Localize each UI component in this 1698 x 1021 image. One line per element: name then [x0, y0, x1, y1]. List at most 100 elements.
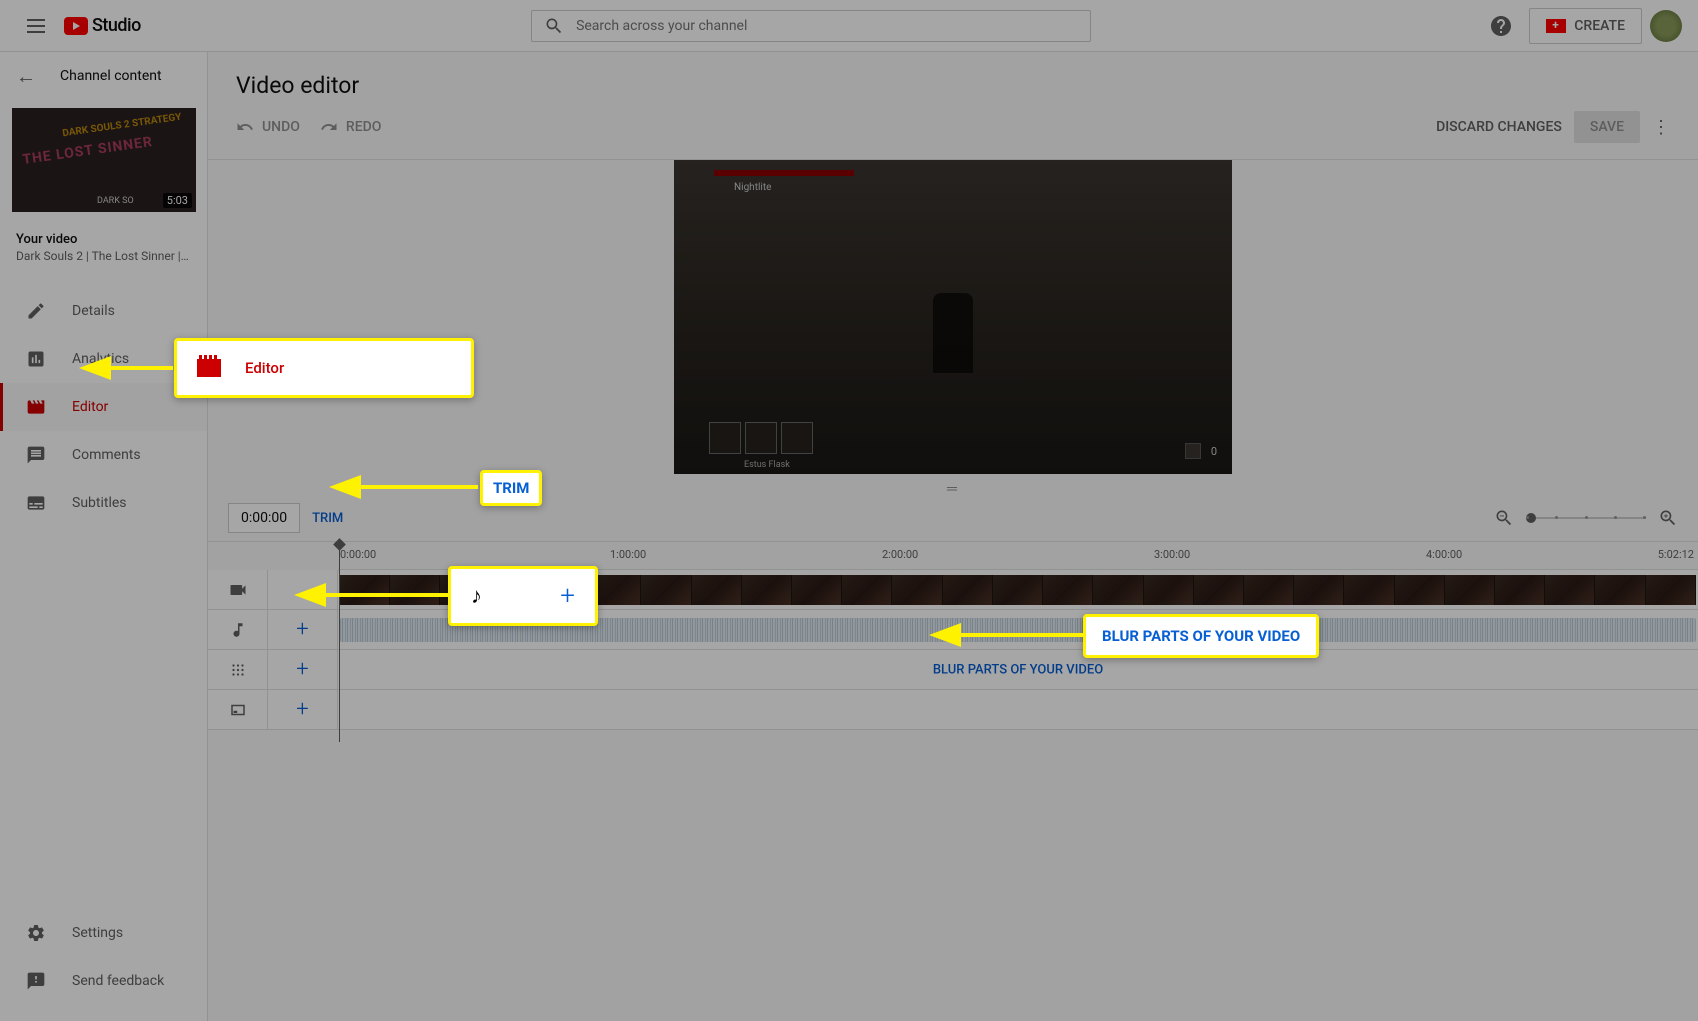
audio-track-content[interactable]	[338, 610, 1698, 649]
app-header: Studio CREATE	[0, 0, 1698, 52]
page-title: Video editor	[208, 52, 1698, 111]
video-track	[208, 570, 1698, 610]
nav-subtitles[interactable]: Subtitles	[0, 479, 207, 527]
blur-link[interactable]: BLUR PARTS OF YOUR VIDEO	[933, 662, 1103, 677]
nav-label: Comments	[72, 447, 141, 463]
blur-track-icon	[208, 650, 268, 689]
ruler-mark: 5:02:12	[1658, 548, 1694, 561]
hud-count: 0	[1211, 445, 1217, 458]
search-input[interactable]	[576, 18, 1078, 34]
video-thumbnail-box: DARK SOULS 2 STRATEGY THE LOST SINNER DA…	[12, 108, 195, 212]
analytics-icon	[24, 347, 48, 371]
nav-analytics[interactable]: Analytics	[0, 335, 207, 383]
help-button[interactable]	[1481, 6, 1521, 46]
blur-track-content: BLUR PARTS OF YOUR VIDEO	[338, 650, 1698, 689]
zoom-slider[interactable]	[1526, 517, 1646, 519]
back-row[interactable]: ← Channel content	[0, 52, 207, 100]
controls-row: 0:00:00 TRIM	[208, 503, 1698, 541]
redo-button[interactable]: REDO	[320, 118, 382, 136]
help-icon	[1489, 14, 1513, 38]
thumb-text-2: THE LOST SINNER	[22, 134, 154, 168]
back-arrow-icon: ←	[16, 64, 36, 89]
logo-text: Studio	[92, 15, 141, 36]
subtitles-icon	[24, 491, 48, 515]
trim-button[interactable]: TRIM	[312, 511, 343, 526]
search-icon	[544, 16, 564, 36]
undo-label: UNDO	[262, 119, 300, 135]
endscreen-track: +	[208, 690, 1698, 730]
nav-label: Send feedback	[72, 973, 164, 989]
toolbar-right: DISCARD CHANGES SAVE ⋮	[1436, 111, 1670, 143]
ruler-mark: 4:00:00	[1426, 548, 1462, 561]
ruler-mark: 1:00:00	[610, 548, 646, 561]
more-button[interactable]: ⋮	[1652, 117, 1670, 138]
create-button[interactable]: CREATE	[1529, 8, 1642, 44]
endscreen-add[interactable]: +	[268, 690, 338, 729]
nav-label: Subtitles	[72, 495, 127, 511]
thumb-duration: 5:03	[163, 193, 192, 208]
header-actions: CREATE	[1481, 6, 1682, 46]
main-content: Video editor UNDO REDO DISCARD CHANGES S…	[208, 52, 1698, 1021]
hud-slots	[709, 422, 813, 454]
nav-label: Settings	[72, 925, 123, 941]
nav-list: Details Analytics Editor Comments Subtit…	[0, 287, 207, 527]
save-button[interactable]: SAVE	[1574, 111, 1640, 143]
video-track-content[interactable]	[338, 570, 1698, 609]
video-track-icon	[208, 570, 268, 609]
playhead[interactable]	[339, 542, 340, 742]
feedback-icon	[24, 969, 48, 993]
avatar[interactable]	[1650, 10, 1682, 42]
ruler-mark: 2:00:00	[882, 548, 918, 561]
discard-button[interactable]: DISCARD CHANGES	[1436, 119, 1562, 135]
plus-icon: +	[296, 697, 308, 722]
nav-comments[interactable]: Comments	[0, 431, 207, 479]
video-preview[interactable]: Nightlite Estus Flask 0	[674, 160, 1232, 474]
drag-handle[interactable]: ═	[208, 474, 1698, 503]
sidebar-bottom: Settings Send feedback	[0, 909, 207, 1021]
timeline: 0:00:00 1:00:00 2:00:00 3:00:00 4:00:00 …	[208, 541, 1698, 730]
sidebar: ← Channel content DARK SOULS 2 STRATEGY …	[0, 52, 208, 1021]
your-video-label: Your video	[16, 232, 191, 247]
redo-label: REDO	[346, 119, 382, 135]
plus-icon: +	[296, 617, 308, 642]
nav-label: Editor	[72, 399, 108, 415]
ruler-mark: 0:00:00	[340, 548, 376, 561]
pencil-icon	[24, 299, 48, 323]
video-title: Dark Souls 2 | The Lost Sinner | 50% ...	[16, 249, 191, 263]
thumb-text-1: DARK SOULS 2 STRATEGY	[62, 112, 182, 140]
zoom-controls	[1494, 508, 1678, 528]
preview-area: Nightlite Estus Flask 0	[208, 159, 1698, 474]
nav-editor[interactable]: Editor	[0, 383, 207, 431]
studio-logo[interactable]: Studio	[64, 15, 141, 36]
nav-settings[interactable]: Settings	[0, 909, 207, 957]
time-input[interactable]: 0:00:00	[228, 503, 300, 533]
nav-feedback[interactable]: Send feedback	[0, 957, 207, 1005]
nav-details[interactable]: Details	[0, 287, 207, 335]
thumb-text-3: DARK SO	[97, 196, 134, 206]
timeline-ruler[interactable]: 0:00:00 1:00:00 2:00:00 3:00:00 4:00:00 …	[338, 542, 1698, 570]
audio-add[interactable]: +	[268, 610, 338, 649]
zoom-in-icon[interactable]	[1658, 508, 1678, 528]
blur-track: + BLUR PARTS OF YOUR VIDEO	[208, 650, 1698, 690]
blur-add[interactable]: +	[268, 650, 338, 689]
hud-right: 0	[1185, 443, 1217, 459]
menu-button[interactable]	[16, 6, 56, 46]
undo-icon	[236, 118, 254, 136]
channel-content-label: Channel content	[60, 68, 162, 84]
undo-button[interactable]: UNDO	[236, 118, 300, 136]
video-thumbnail[interactable]: DARK SOULS 2 STRATEGY THE LOST SINNER DA…	[12, 108, 196, 212]
youtube-icon	[64, 17, 88, 35]
redo-icon	[320, 118, 338, 136]
zoom-out-icon[interactable]	[1494, 508, 1514, 528]
gear-icon	[24, 921, 48, 945]
audio-track: +	[208, 610, 1698, 650]
endscreen-track-icon	[208, 690, 268, 729]
comments-icon	[24, 443, 48, 467]
video-track-spacer	[268, 570, 338, 609]
hud-item: Estus Flask	[744, 460, 790, 470]
hud-name: Nightlite	[734, 182, 771, 193]
search-box[interactable]	[531, 10, 1091, 42]
endscreen-track-content	[338, 690, 1698, 729]
ruler-mark: 3:00:00	[1154, 548, 1190, 561]
hud-healthbar	[714, 170, 854, 176]
